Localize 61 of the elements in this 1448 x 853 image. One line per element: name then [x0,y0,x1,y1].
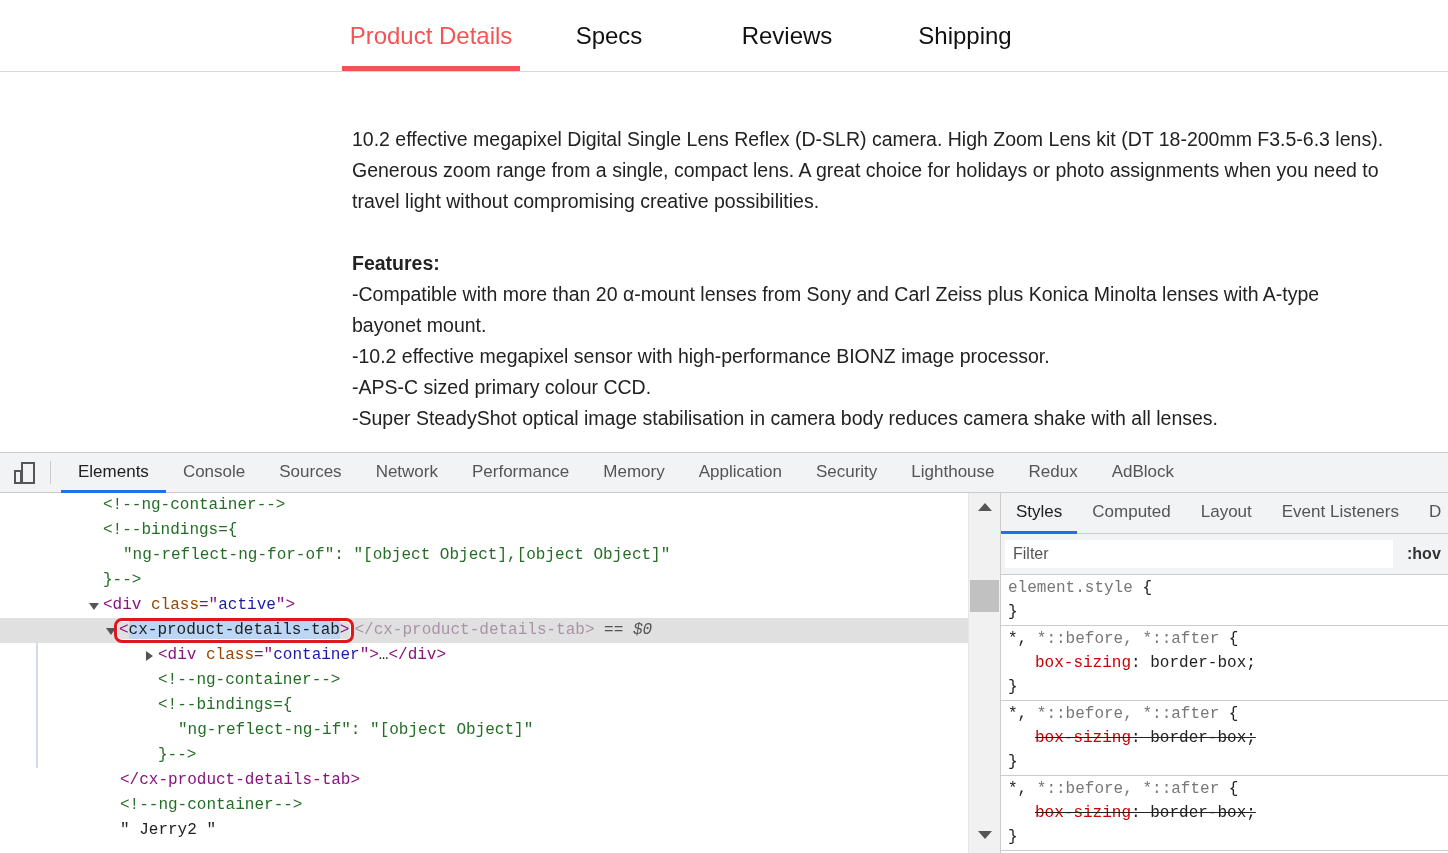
code-comment-line[interactable]: <!--bindings={ [158,693,293,718]
description-line: Generous zoom range from a single, compact lens. A great choice for holidays or photo assignments when you need to [352,158,1380,183]
dom-node-row[interactable]: <div class="container">…</div> [38,643,968,668]
devtools-tab[interactable]: Lighthouse [894,453,1012,493]
devtools-tab[interactable]: Memory [586,453,682,493]
code-comment-line[interactable]: <!--ng-container--> [158,668,341,693]
rule-close-brace: } [1008,602,1019,623]
rule-selector: *, *::before, *::after { [1008,704,1240,725]
scroll-down-icon[interactable] [977,831,992,839]
code-comment-line[interactable]: }--> [158,743,197,768]
closing-tag-line[interactable]: </cx-product-details-tab> [120,768,361,793]
feature-line: bayonet mount. [352,313,488,338]
description-line: 10.2 effective megapixel Digital Single Lens Reflex (D-SLR) camera. High Zoom Lens kit (DT 18-200mm F3.5-6.3 lens). [352,127,1385,152]
filter-field[interactable]: Filter [1005,540,1393,568]
devtools-tab[interactable]: Console [165,453,263,493]
rule-selector: element.style { [1008,578,1154,599]
device-toolbar-icon[interactable] [13,460,37,485]
devtools-tab[interactable]: Network [358,453,455,493]
code-comment-line[interactable]: <!--bindings={ [103,518,238,543]
dom-node-row[interactable]: <div class="active"> [0,593,968,618]
rule-close-brace: } [1008,827,1019,848]
product-tab[interactable]: Specs [520,0,698,71]
css-declaration[interactable]: box-sizing: border-box; [1008,651,1448,675]
rule-close-brace: } [1008,752,1019,773]
text-node-line[interactable]: " Jerry2 " [120,818,216,843]
expanded-triangle-icon[interactable] [106,625,116,636]
feature-line: -10.2 effective megapixel sensor with high-performance BIONZ image processor. [352,344,1051,369]
styles-pane-tab[interactable]: Computed [1077,493,1186,534]
features-heading: Features: [352,251,441,276]
devtools-tab[interactable]: AdBlock [1094,453,1191,493]
code-comment-line[interactable]: <!--ng-container--> [103,493,286,518]
styles-pane-tab[interactable]: D [1413,493,1448,534]
devtools-tab[interactable]: Elements [61,453,166,493]
devtools-tab[interactable]: Redux [1011,453,1095,493]
rule-selector: *, *::before, *::after { [1008,629,1240,650]
code-comment-line[interactable]: "ng-reflect-ng-for-of": "[object Object],[object Object]" [123,543,671,568]
styles-pane-tab[interactable]: Layout [1185,493,1267,534]
scrollbar-thumb[interactable] [970,580,999,612]
code-comment-line[interactable]: "ng-reflect-ng-if": "[object Object]" [178,718,534,743]
feature-line: -APS-C sized primary colour CCD. [352,375,653,400]
dom-node-row[interactable]: <cx-product-details-tab> </cx-product-details-tab> == $0 [0,618,968,643]
rule-selector: *, *::before, *::after { [1008,779,1240,800]
product-tab[interactable]: Reviews [698,0,876,71]
styles-pane-tab[interactable]: Event Listeners [1266,493,1414,534]
devtools-tab[interactable]: Application [681,453,799,493]
product-tab[interactable]: Shipping [876,0,1054,71]
devtools-tab[interactable]: Sources [262,453,359,493]
rule-close-brace: } [1008,677,1019,698]
expanded-triangle-icon[interactable] [89,600,99,611]
feature-line: -Compatible with more than 20 α-mount lenses from Sony and Carl Zeiss plus Konica Minolta lenses with A-type [352,282,1321,307]
hover-state-button[interactable]: :hov [1407,545,1441,563]
collapsed-triangle-icon[interactable] [144,650,154,661]
devtools-tab[interactable]: Security [798,453,895,493]
devtools-tab[interactable]: Performance [455,453,587,493]
scroll-up-icon[interactable] [977,503,992,511]
css-declaration[interactable]: box-sizing: border-box; [1008,801,1448,825]
css-declaration[interactable]: box-sizing: border-box; [1008,726,1448,750]
code-comment-line[interactable]: }--> [103,568,142,593]
description-line: travel light without compromising creative possibilities. [352,189,821,214]
feature-line: -Super SteadyShot optical image stabilisation in camera body reduces camera shake with all lenses. [352,406,1220,431]
code-comment-line[interactable]: <!--ng-container--> [120,793,303,818]
